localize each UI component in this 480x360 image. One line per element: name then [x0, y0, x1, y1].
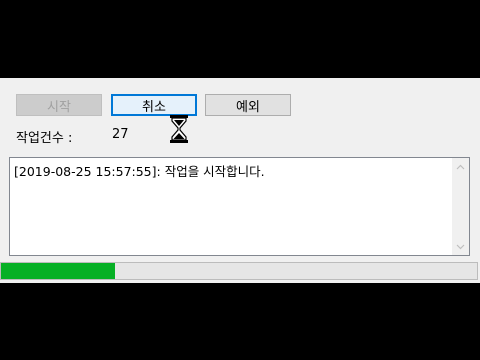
hourglass-icon — [168, 114, 190, 144]
chevron-up-icon[interactable] — [452, 158, 469, 175]
cancel-button[interactable]: 취소 — [111, 94, 197, 116]
exception-button[interactable]: 예외 — [205, 94, 291, 116]
log-line: [2019-08-25 15:57:55]: 작업을 시작합니다. — [14, 164, 265, 179]
exception-button-label: 예외 — [236, 99, 260, 115]
chevron-down-icon[interactable] — [452, 238, 469, 255]
progress-fill — [1, 263, 116, 279]
task-count-label: 작업건수 : — [16, 131, 73, 146]
task-count-value: 27 — [112, 127, 129, 142]
start-button-label: 시작 — [47, 99, 71, 115]
log-scrollbar[interactable] — [452, 158, 469, 255]
cancel-button-label: 취소 — [142, 99, 166, 115]
start-button[interactable]: 시작 — [16, 94, 102, 116]
progress-bar — [0, 262, 478, 280]
log-textbox[interactable]: [2019-08-25 15:57:55]: 작업을 시작합니다. — [9, 157, 470, 256]
app-window: 시작 취소 예외 작업건수 : 27 [2019-08-25 15:57:55]… — [0, 78, 480, 283]
